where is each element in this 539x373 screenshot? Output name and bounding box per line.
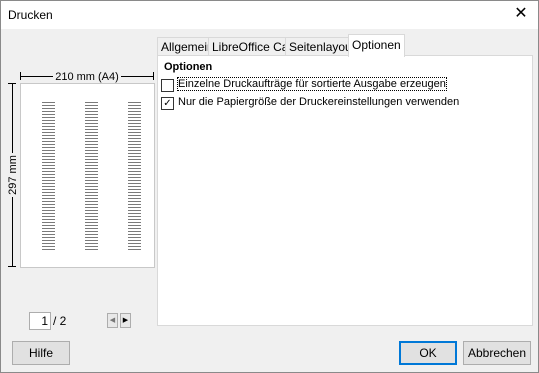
triangle-right-icon: ▶ — [122, 317, 129, 324]
checkbox-box[interactable] — [161, 79, 174, 92]
sorted-jobs-label: Einzelne Druckaufträge für sortierte Aus… — [177, 77, 447, 91]
options-panel: Optionen Einzelne Druckaufträge für sort… — [157, 55, 533, 326]
current-page-input[interactable]: 1 — [29, 312, 51, 330]
checkmark-icon[interactable]: ✓ — [161, 97, 174, 110]
ok-button[interactable]: OK — [399, 341, 457, 365]
triangle-left-icon: ◀ — [109, 317, 116, 324]
page-height-dimension: 297 mm — [5, 83, 19, 267]
print-dialog: Drucken ✕ 210 mm (A4) 297 mm 1 / 2 ◀ ▶ A… — [0, 0, 539, 373]
page-width-dimension: 210 mm (A4) — [20, 69, 154, 83]
preview-text-column — [128, 102, 141, 250]
page-width-label: 210 mm (A4) — [53, 71, 121, 83]
section-title: Optionen — [164, 61, 213, 73]
preview-text-column — [85, 102, 98, 250]
cancel-button[interactable]: Abbrechen — [463, 341, 531, 365]
page-preview — [20, 83, 155, 268]
page-height-label: 297 mm — [7, 153, 19, 197]
previous-page-button[interactable]: ◀ — [107, 313, 118, 328]
paper-size-label: Nur die Papiergröße der Druckereinstellu… — [178, 96, 460, 108]
total-pages-label: / 2 — [53, 314, 67, 328]
tab-optionen[interactable]: Optionen — [348, 34, 405, 57]
title-bar: Drucken ✕ — [1, 1, 538, 29]
help-button[interactable]: Hilfe — [12, 341, 70, 365]
preview-text-column — [42, 102, 55, 250]
next-page-button[interactable]: ▶ — [120, 313, 131, 328]
close-icon[interactable]: ✕ — [504, 1, 538, 29]
dialog-title: Drucken — [8, 8, 53, 22]
